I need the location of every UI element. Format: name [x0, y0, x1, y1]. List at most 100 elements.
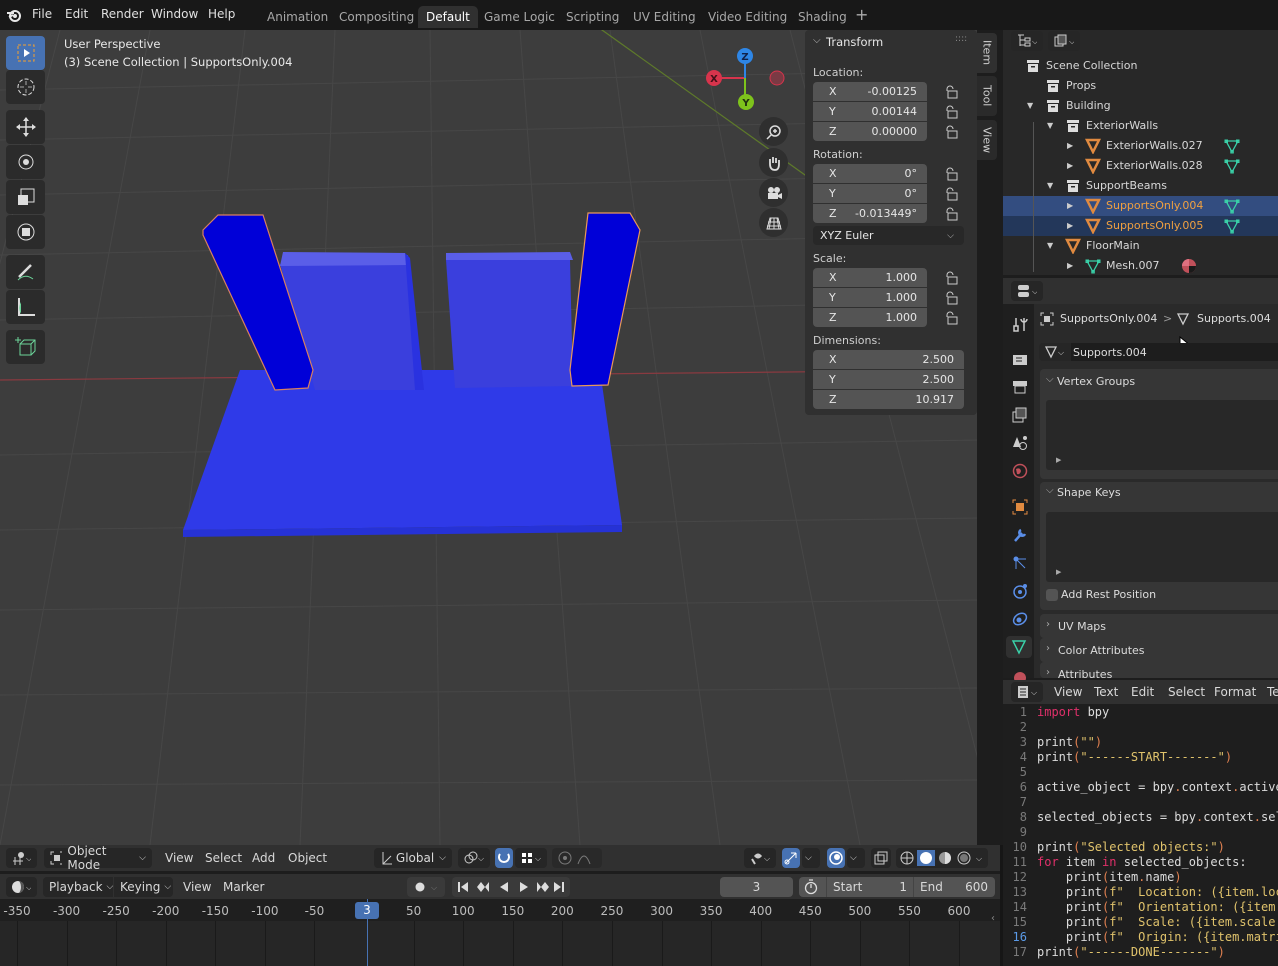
outliner-row[interactable]: ▼ FloorMain — [1003, 236, 1278, 256]
physics-tab[interactable] — [1009, 580, 1031, 602]
code-line[interactable]: 5 — [1003, 765, 1278, 780]
lock-icon[interactable] — [944, 271, 958, 285]
code-line[interactable]: 14 print(f" Orientation: ({item.r — [1003, 900, 1278, 915]
world-tab[interactable] — [1009, 460, 1031, 482]
transform-title[interactable]: Transform — [826, 35, 883, 49]
code-line[interactable]: 10 print("Selected objects:") — [1003, 840, 1278, 855]
timeline[interactable]: -350 -300 -250 -200 -150 -100 -50 50 100 150 200 25… — [0, 899, 1000, 966]
text-editor[interactable]: ⌵ View Text Edit Select Format Te 1 impor… — [1003, 680, 1278, 966]
expand-down-icon[interactable]: ▼ — [1027, 101, 1033, 110]
scale-y-field[interactable]: Y 1.000 — [813, 288, 927, 307]
pan-button[interactable] — [759, 148, 788, 177]
select-box-tool[interactable] — [6, 36, 45, 70]
expand-right-icon[interactable]: ▶ — [1067, 141, 1073, 150]
breadcrumb-object[interactable]: SupportsOnly.004 — [1060, 312, 1157, 325]
text-menu-select[interactable]: Select — [1168, 685, 1205, 699]
auto-keying-toggle[interactable]: ⌵ — [407, 877, 445, 897]
tab-game-logic[interactable]: Game Logic — [476, 6, 563, 28]
selectability-visibility[interactable]: ⌵ — [744, 848, 776, 868]
expand-down-icon[interactable]: ▼ — [1047, 121, 1053, 130]
uv-maps-panel[interactable]: › UV Maps — [1040, 614, 1278, 638]
timeline-editor-type[interactable]: ⌵ — [6, 877, 37, 897]
playback-menu[interactable]: Playback ⌵ — [43, 877, 113, 897]
scale-x-field[interactable]: X 1.000 — [813, 268, 927, 287]
gizmo-toggle[interactable] — [782, 848, 800, 868]
outliner-row[interactable]: ▶ SupportsOnly.005 — [1003, 216, 1278, 236]
expand-icon[interactable]: ▶ — [1056, 456, 1061, 464]
chevron-down-icon[interactable]: ⌵ — [813, 35, 821, 46]
mesh-data-icon[interactable] — [1224, 218, 1240, 237]
menu-file[interactable]: File — [32, 7, 52, 21]
expand-right-icon[interactable]: ▶ — [1067, 261, 1073, 270]
outliner-row[interactable]: ▼ ExteriorWalls — [1003, 116, 1278, 136]
transform-tool[interactable] — [6, 215, 45, 249]
mesh-data-icon[interactable] — [1224, 158, 1240, 177]
constraints-tab[interactable] — [1009, 608, 1031, 630]
tab-video-editing[interactable]: Video Editing — [700, 6, 795, 28]
cursor-tool[interactable] — [6, 70, 45, 104]
rotation-x-field[interactable]: X 0° — [813, 164, 927, 183]
code-line[interactable]: 17 print("------DONE-------") — [1003, 945, 1278, 960]
add-rest-position-checkbox[interactable] — [1046, 589, 1058, 601]
outliner-row[interactable]: ▶ ExteriorWalls.028 — [1003, 156, 1278, 176]
camera-view-button[interactable] — [759, 178, 788, 207]
mode-select[interactable]: Object Mode ⌵ — [44, 844, 152, 872]
expand-down-icon[interactable]: ▼ — [1047, 241, 1053, 250]
lock-icon[interactable] — [944, 167, 958, 181]
gizmo-options[interactable]: ⌵ — [802, 848, 820, 868]
code-line[interactable]: 8selected_objects = bpy.context.sele — [1003, 810, 1278, 825]
render-tab[interactable] — [1009, 348, 1031, 370]
code-line[interactable]: 15 print(f" Scale: ({item.scale.x — [1003, 915, 1278, 930]
chevron-down-icon[interactable]: ⌵ — [1046, 374, 1054, 385]
outliner-row[interactable]: Props — [1003, 76, 1278, 96]
text-menu-view[interactable]: View — [1054, 685, 1082, 699]
output-tab[interactable] — [1009, 376, 1031, 398]
viewport-menu-view[interactable]: View — [165, 851, 193, 865]
text-menu-edit[interactable]: Edit — [1131, 685, 1154, 699]
start-frame-field[interactable]: Start 1 — [826, 877, 914, 897]
code-line[interactable]: 3 print("") — [1003, 735, 1278, 750]
modifiers-tab[interactable] — [1009, 524, 1031, 546]
move-tool[interactable] — [6, 110, 45, 144]
mesh-data-icon[interactable] — [1224, 138, 1240, 157]
expand-icon[interactable]: ▶ — [1056, 568, 1061, 576]
location-z-field[interactable]: Z 0.00000 — [813, 122, 927, 141]
expand-right-icon[interactable]: ▶ — [1067, 161, 1073, 170]
location-x-field[interactable]: X -0.00125 — [813, 82, 927, 101]
lock-icon[interactable] — [944, 85, 958, 99]
code-line[interactable]: 6active_object = bpy.context.active_ — [1003, 780, 1278, 795]
outliner-row[interactable]: ▶ ExteriorWalls.027 — [1003, 136, 1278, 156]
code-line[interactable]: 1 import bpy — [1003, 705, 1278, 720]
code-line[interactable]: 11 for item in selected_objects: — [1003, 855, 1278, 870]
outliner-row[interactable]: ▶ Mesh.007 — [1003, 256, 1278, 276]
mesh-data-icon[interactable] — [1224, 198, 1240, 217]
tab-default[interactable]: Default — [418, 6, 478, 28]
viewport-menu-object[interactable]: Object — [288, 851, 327, 865]
end-frame-field[interactable]: End 600 — [914, 877, 994, 897]
menu-window[interactable]: Window — [151, 7, 198, 21]
menu-edit[interactable]: Edit — [65, 7, 88, 21]
collapse-icon[interactable]: ‹ — [991, 913, 995, 924]
lock-icon[interactable] — [944, 105, 958, 119]
pivot-point-select[interactable]: ⌵ — [458, 848, 490, 868]
breadcrumb-data[interactable]: Supports.004 — [1197, 312, 1271, 325]
current-frame-field[interactable]: 3 — [720, 877, 793, 897]
scale-tool[interactable] — [6, 180, 45, 214]
expand-right-icon[interactable]: ▶ — [1067, 201, 1073, 210]
zoom-button[interactable] — [759, 117, 788, 146]
rotation-mode-select[interactable]: XYZ Euler ⌵ — [813, 226, 964, 245]
outliner-row[interactable]: ▼ Building — [1003, 96, 1278, 116]
lock-icon[interactable] — [944, 311, 958, 325]
blender-logo-icon[interactable] — [6, 7, 22, 23]
code-line[interactable]: 12 print(item.name) — [1003, 870, 1278, 885]
sidebar-tab-view[interactable]: View — [977, 120, 997, 160]
measure-tool[interactable] — [6, 290, 45, 324]
lock-icon[interactable] — [944, 125, 958, 139]
snap-toggle[interactable] — [495, 848, 513, 868]
code-line[interactable]: 7 — [1003, 795, 1278, 810]
rotate-tool[interactable] — [6, 145, 45, 179]
editor-type-button[interactable]: ⌵ — [6, 848, 37, 868]
navigation-gizmo[interactable]: Z X Y — [700, 45, 795, 125]
keying-menu[interactable]: Keying ⌵ — [114, 877, 173, 897]
proportional-editing[interactable] — [552, 848, 602, 868]
